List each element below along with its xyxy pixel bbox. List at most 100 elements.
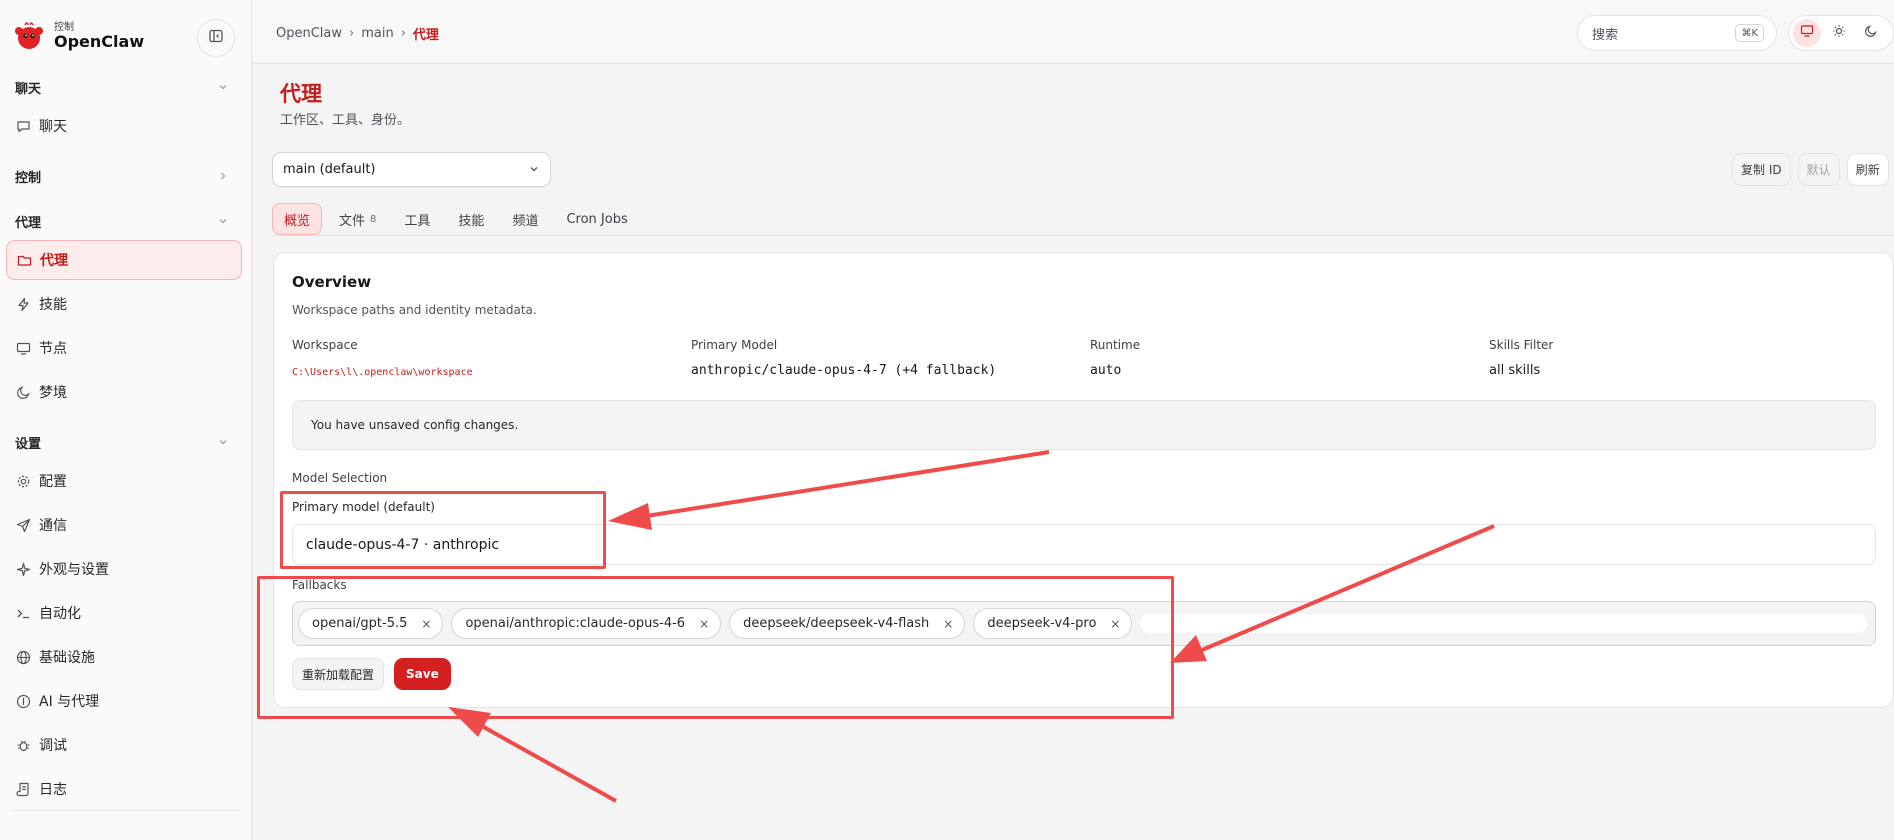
panel-toggle-icon	[209, 29, 223, 47]
search-input[interactable]: 搜索 ⌘K	[1577, 15, 1777, 51]
monitor-icon	[1800, 24, 1814, 42]
tab-overview[interactable]: 概览	[272, 203, 323, 235]
tab-channels[interactable]: 频道	[501, 203, 549, 235]
sidebar-item-skills[interactable]: 技能	[6, 284, 242, 324]
reload-config-button[interactable]: 重新加载配置	[292, 658, 385, 690]
sidebar-section-settings[interactable]: 设置	[15, 431, 230, 453]
bug-icon	[15, 737, 31, 753]
fallback-chip: deepseek/deepseek-v4-flash ×	[729, 608, 966, 639]
agent-select[interactable]: main (default)	[272, 152, 551, 187]
agent-select-value: main (default)	[283, 162, 376, 177]
theme-dark-button[interactable]	[1857, 19, 1885, 47]
theme-switcher	[1788, 15, 1894, 51]
chevron-down-icon	[216, 214, 230, 228]
primary-model-label: Primary model (default)	[292, 500, 435, 514]
fallback-chip: deepseek-v4-pro ×	[973, 608, 1133, 639]
overview-card: Overview Workspace paths and identity me…	[273, 252, 1894, 708]
sidebar-item-comms[interactable]: 通信	[6, 505, 242, 545]
sidebar-item-appearance[interactable]: 外观与设置	[6, 549, 242, 589]
moon-icon	[15, 384, 31, 400]
model-selection-label: Model Selection	[292, 471, 388, 485]
brand-name: OpenClaw	[54, 31, 145, 51]
chevron-right-icon	[216, 169, 230, 183]
agent-tabs: 概览 文件 8 工具 技能 频道 Cron Jobs	[272, 203, 639, 235]
tab-files[interactable]: 文件 8	[328, 203, 387, 235]
unsaved-changes-notice: You have unsaved config changes.	[292, 400, 1876, 450]
page-title: 代理	[280, 82, 322, 106]
sidebar-section-chat[interactable]: 聊天	[15, 76, 230, 98]
save-button[interactable]: Save	[394, 658, 451, 690]
sidebar-section-control[interactable]: 控制	[15, 165, 230, 187]
tab-cron-jobs[interactable]: Cron Jobs	[555, 203, 638, 235]
sidebar-item-logs[interactable]: 日志	[6, 769, 242, 809]
sidebar-item-chat[interactable]: 聊天	[6, 106, 242, 146]
sidebar-item-automation[interactable]: 自动化	[6, 593, 242, 633]
breadcrumb: OpenClaw › main › 代理	[276, 26, 439, 43]
theme-light-button[interactable]	[1825, 19, 1853, 47]
sparkle-icon	[15, 561, 31, 577]
fallback-chip: openai/anthropic:claude-opus-4-6 ×	[451, 608, 722, 639]
overview-title: Overview	[292, 273, 372, 291]
agent-actions: 复制 ID 默认 刷新	[1732, 153, 1889, 186]
tab-skills[interactable]: 技能	[447, 203, 495, 235]
meta-label-skills-filter: Skills Filter	[1489, 338, 1554, 352]
close-icon[interactable]: ×	[699, 617, 709, 631]
fallbacks-label: Fallbacks	[292, 578, 347, 592]
meta-value-skills-filter: all skills	[1489, 363, 1541, 378]
main-content: OpenClaw › main › 代理 搜索 ⌘K 代理 工作区、工具、身份。…	[252, 0, 1894, 840]
lightning-icon	[15, 296, 31, 312]
chevron-down-icon	[528, 163, 540, 179]
theme-system-button[interactable]	[1793, 19, 1821, 47]
close-icon[interactable]: ×	[421, 617, 431, 631]
terminal-icon	[15, 605, 31, 621]
chevron-down-icon	[216, 435, 230, 449]
meta-value-runtime: auto	[1090, 363, 1122, 378]
fallbacks-input[interactable]: openai/gpt-5.5 × openai/anthropic:claude…	[292, 601, 1876, 646]
primary-model-input[interactable]: claude-opus-4-7 · anthropic	[292, 524, 1876, 565]
meta-label-workspace: Workspace	[292, 338, 358, 352]
close-icon[interactable]: ×	[943, 617, 953, 631]
sidebar-item-config[interactable]: 配置	[6, 461, 242, 501]
refresh-button[interactable]: 刷新	[1846, 153, 1889, 186]
monitor-icon	[15, 340, 31, 356]
sun-icon	[1832, 24, 1846, 42]
meta-value-workspace: C:\Users\l\.openclaw\workspace	[292, 367, 473, 378]
sidebar-section-agents[interactable]: 代理	[15, 210, 230, 232]
meta-label-runtime: Runtime	[1090, 338, 1141, 352]
sidebar-item-ai-agents[interactable]: AI 与代理	[6, 681, 242, 721]
fallback-chip: openai/gpt-5.5 ×	[298, 608, 444, 639]
breadcrumb-current: 代理	[412, 28, 439, 43]
meta-value-primary-model: anthropic/claude-opus-4-7 (+4 fallback)	[691, 363, 997, 378]
tab-tools[interactable]: 工具	[393, 203, 441, 235]
search-placeholder: 搜索	[1592, 27, 1619, 43]
sidebar: 控制 OpenClaw 聊天 聊天 控制 代理 代理 技能 节点 梦境 设置 配…	[0, 0, 252, 840]
sidebar-collapse-button[interactable]	[197, 19, 235, 57]
sidebar-divider	[12, 810, 240, 811]
sidebar-item-infrastructure[interactable]: 基础设施	[6, 637, 242, 677]
sidebar-item-agents[interactable]: 代理	[6, 240, 242, 280]
globe-icon	[15, 649, 31, 665]
sidebar-item-debug[interactable]: 调试	[6, 725, 242, 765]
search-shortcut: ⌘K	[1735, 24, 1764, 42]
topbar: OpenClaw › main › 代理 搜索 ⌘K	[252, 0, 1894, 64]
message-icon	[15, 118, 31, 134]
sidebar-item-dreams[interactable]: 梦境	[6, 372, 242, 412]
moon-icon	[1864, 24, 1878, 42]
files-count: 8	[370, 213, 377, 225]
brand[interactable]: 控制 OpenClaw	[12, 16, 144, 56]
meta-label-primary-model: Primary Model	[691, 338, 778, 352]
breadcrumb-root[interactable]: OpenClaw	[276, 26, 342, 41]
close-icon[interactable]: ×	[1110, 617, 1120, 631]
send-icon	[15, 517, 31, 533]
scroll-icon	[15, 781, 31, 797]
sidebar-item-nodes[interactable]: 节点	[6, 328, 242, 368]
chevron-down-icon	[216, 80, 230, 94]
tabs-divider	[272, 235, 1894, 236]
overview-description: Workspace paths and identity metadata.	[292, 303, 537, 317]
fallback-add-input[interactable]	[1140, 614, 1867, 633]
page-subtitle: 工作区、工具、身份。	[280, 113, 411, 128]
copy-id-button[interactable]: 复制 ID	[1732, 153, 1791, 186]
ai-icon	[15, 693, 31, 709]
set-default-button[interactable]: 默认	[1797, 153, 1840, 186]
breadcrumb-main[interactable]: main	[361, 26, 393, 41]
